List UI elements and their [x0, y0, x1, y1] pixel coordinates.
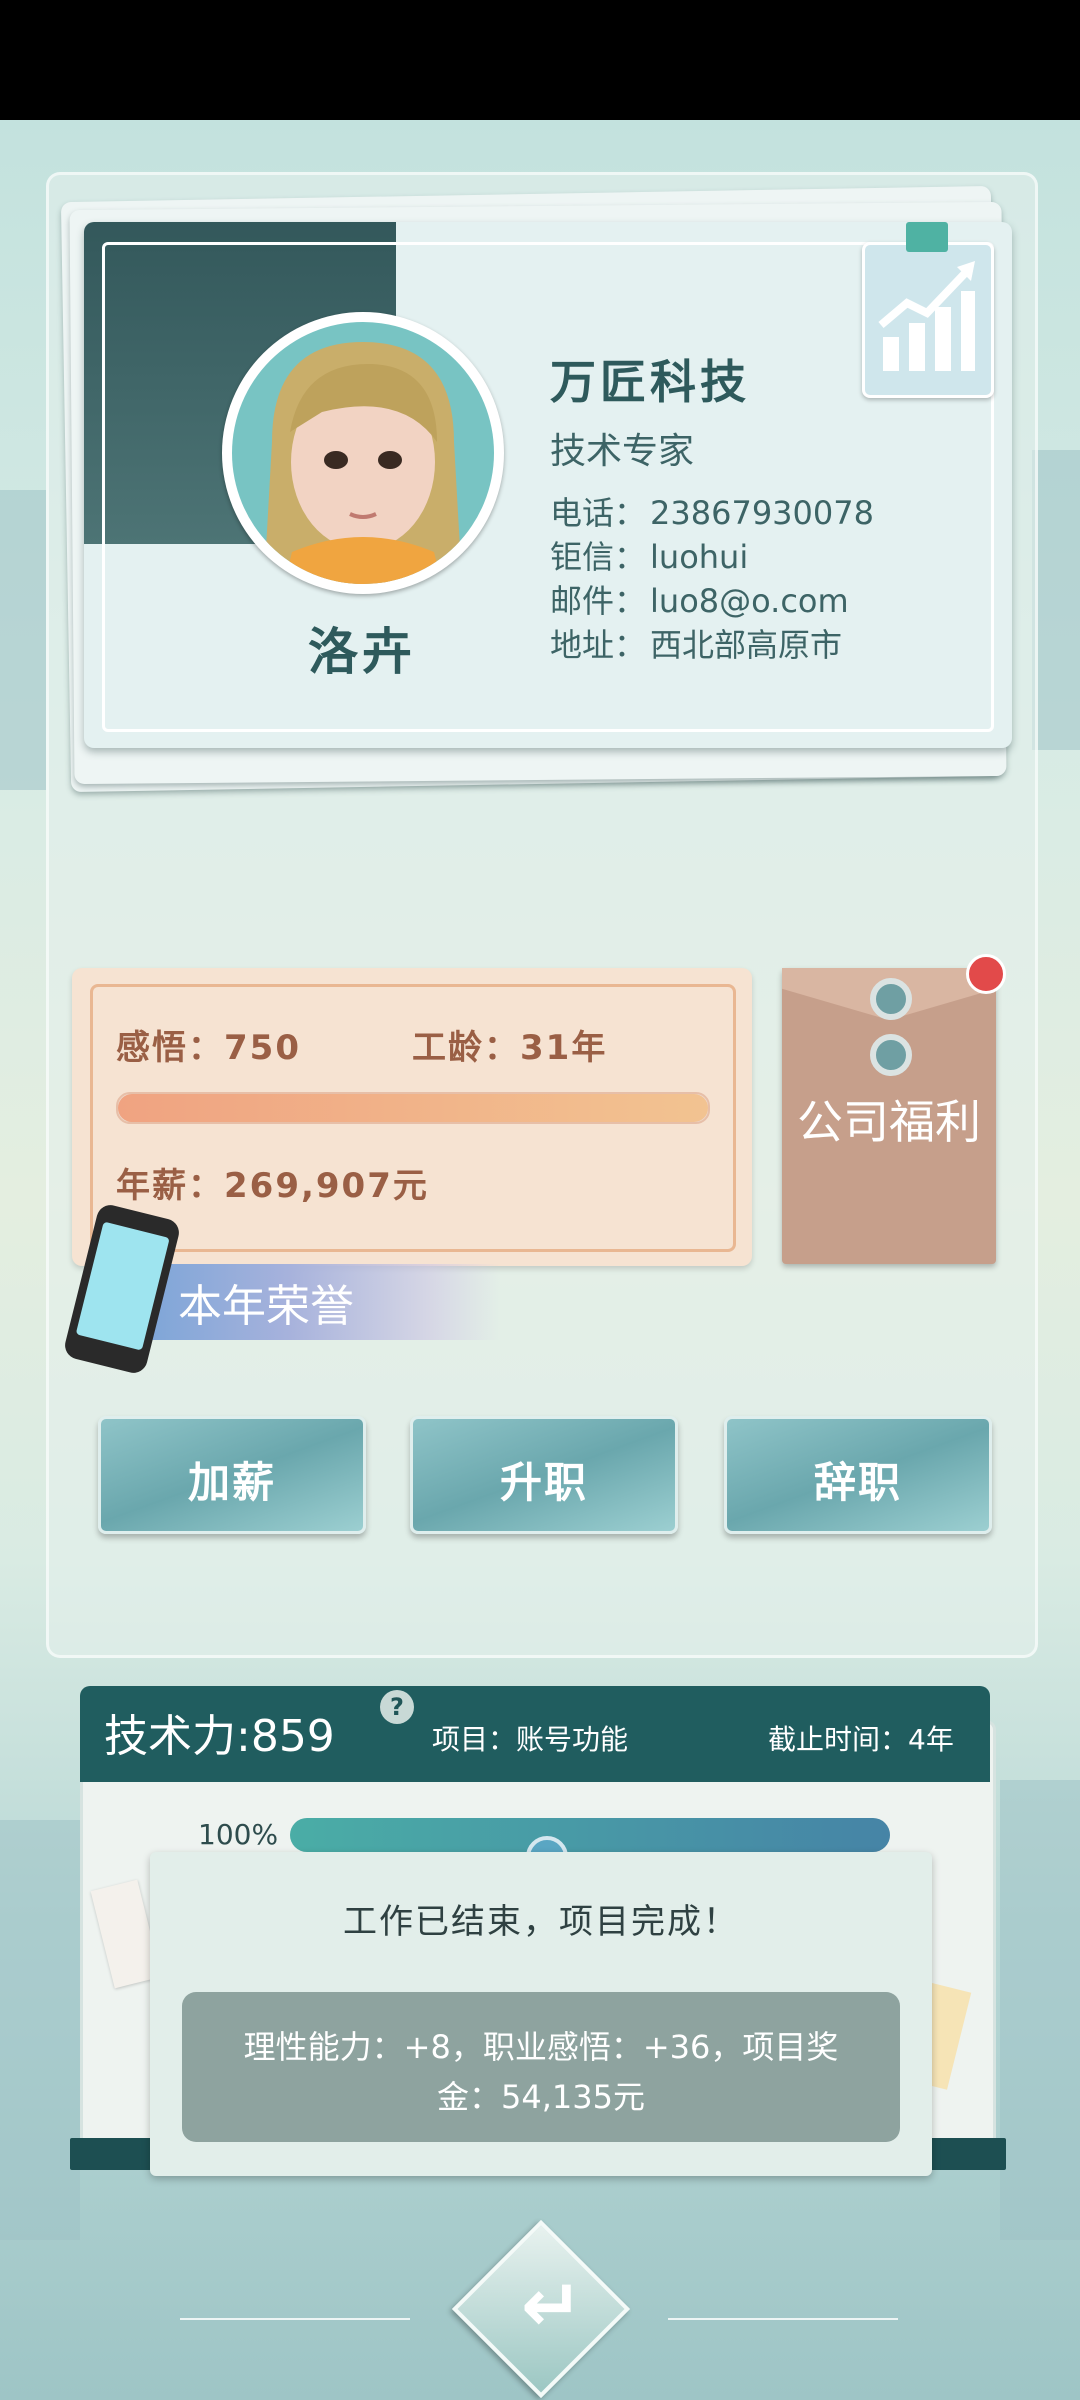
- progress-percent: 100%: [198, 1818, 279, 1851]
- phone-value: 23867930078: [650, 494, 874, 532]
- address-label: 地址：: [550, 626, 647, 664]
- project-progress-fill: [290, 1818, 890, 1852]
- result-popup[interactable]: 工作已结束，项目完成！ 理性能力：+8，职业感悟：+36，项目奖金：54,135…: [150, 1852, 932, 2176]
- insight-stat: 感悟：750: [116, 1028, 301, 1068]
- envelope-button-bottom: [870, 1034, 912, 1076]
- experience-bar-fill: [118, 1094, 708, 1122]
- seniority-stat: 工龄：31年: [412, 1028, 608, 1068]
- skyline-left: [0, 490, 46, 790]
- email-row: 邮件： luo8@o.com: [550, 576, 849, 622]
- chart-badge[interactable]: [862, 242, 994, 398]
- phone-row: 电话： 23867930078: [550, 488, 874, 534]
- avatar-portrait: [232, 322, 494, 584]
- address-row: 地址： 西北部高原市: [550, 620, 842, 666]
- email-label: 邮件：: [550, 582, 647, 620]
- skyline-bottom-left: [0, 1820, 80, 2240]
- popup-title: 工作已结束，项目完成！: [343, 1902, 739, 1942]
- person-name: 洛卉: [308, 623, 416, 681]
- experience-bar: [116, 1092, 710, 1124]
- phone-label: 电话：: [550, 494, 647, 532]
- project-name: 项目：账号功能: [432, 1723, 629, 1756]
- notification-dot: [966, 954, 1006, 994]
- raise-button[interactable]: 加薪: [98, 1416, 366, 1534]
- skyline-right: [1032, 450, 1080, 750]
- company-name: 万匠科技: [550, 355, 750, 409]
- project-progress-bar: [290, 1818, 890, 1852]
- decor-line-right: [668, 2318, 898, 2320]
- growth-chart-icon: [878, 261, 975, 371]
- email-value: luo8@o.com: [650, 582, 849, 620]
- resign-button-label: 辞职: [813, 1458, 902, 1507]
- avatar[interactable]: [222, 312, 504, 594]
- status-bar: [0, 0, 1080, 120]
- promote-button[interactable]: 升职: [410, 1416, 678, 1534]
- ju-value: luohui: [650, 538, 749, 576]
- raise-button-label: 加薪: [187, 1458, 276, 1507]
- resign-button[interactable]: 辞职: [724, 1416, 992, 1534]
- badge-clip: [906, 222, 948, 252]
- ju-label: 钜信：: [550, 538, 647, 576]
- address-value: 西北部高原市: [650, 626, 843, 664]
- envelope-button-top: [870, 978, 912, 1020]
- honor-label: 本年荣誉: [178, 1281, 354, 1332]
- company-welfare-label: 公司福利: [797, 1095, 981, 1149]
- portrait-illustration: [264, 342, 462, 584]
- help-icon[interactable]: ?: [380, 1690, 414, 1724]
- back-arrow-icon: ↵: [520, 2263, 583, 2349]
- salary-stat: 年薪：269,907元: [116, 1166, 429, 1206]
- tech-power: 技术力:859: [104, 1711, 335, 1762]
- project-deadline: 截止时间：4年: [768, 1723, 954, 1756]
- promote-button-label: 升职: [499, 1458, 588, 1507]
- skyline-bottom-right: [1000, 1780, 1080, 2240]
- ju-row: 钜信： luohui: [550, 532, 748, 578]
- job-title: 技术专家: [550, 431, 695, 472]
- decor-line-left: [180, 2318, 410, 2320]
- popup-message: 理性能力：+8，职业感悟：+36，项目奖金：54,135元: [182, 1992, 900, 2142]
